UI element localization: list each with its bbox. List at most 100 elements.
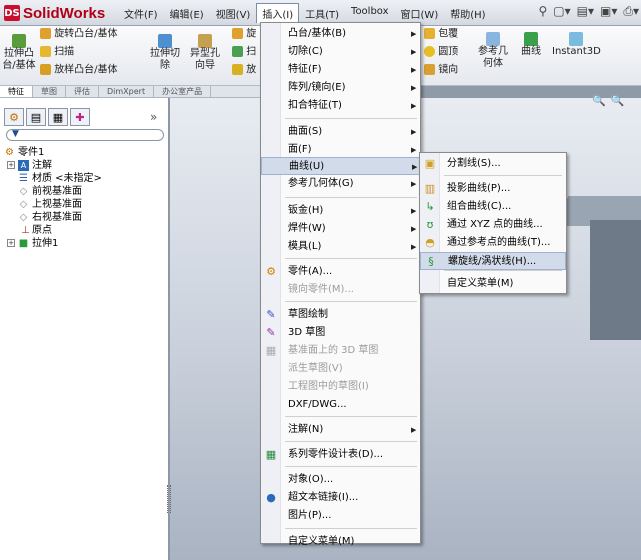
tree-item-origin[interactable]: ⊥ 原点 xyxy=(0,224,169,237)
menu-toolbox[interactable]: Toolbox xyxy=(345,3,395,23)
insert-menu-item[interactable]: 切除(C) ▶ xyxy=(261,43,420,61)
curves-menu-item[interactable]: ◓ 通过参考点的曲线(T)... xyxy=(420,234,566,252)
insert-menu-item[interactable]: 扣合特征(T) ▶ xyxy=(261,97,420,115)
new-doc-icon[interactable]: ▢▾ xyxy=(553,4,570,19)
menu-tools[interactable]: 工具(T) xyxy=(299,3,345,23)
extrude-cut-button[interactable]: 拉伸切 除 xyxy=(150,34,180,72)
tab-evaluate[interactable]: 评估 xyxy=(66,86,99,97)
menu-insert[interactable]: 插入(I) xyxy=(256,3,300,23)
hole-wizard-button[interactable]: 异型孔 向导 xyxy=(188,34,222,72)
curves-menu-item[interactable]: ▥ 投影曲线(P)... xyxy=(420,180,566,198)
helix-icon: § xyxy=(428,255,434,268)
property-tab-icon[interactable]: ▤ xyxy=(26,108,46,126)
tab-office[interactable]: 办公室产品 xyxy=(154,86,212,97)
insert-menu-item[interactable]: 图片(P)... xyxy=(261,507,420,525)
curves-menu-item[interactable]: ʊ 通过 XYZ 点的曲线... xyxy=(420,216,566,234)
material-icon: ☰ xyxy=(19,173,28,184)
expand-icon[interactable]: + xyxy=(7,239,15,247)
feature-tree-tab-icon[interactable]: ⚙ xyxy=(4,108,24,126)
dome-button[interactable]: 圆顶 xyxy=(424,46,458,59)
wrap-button[interactable]: 包覆 xyxy=(424,28,458,41)
insert-menu-item[interactable]: ▦ 基准面上的 3D 草图 xyxy=(261,342,420,360)
menu-help[interactable]: 帮助(H) xyxy=(444,3,491,23)
save-icon[interactable]: ▣▾ xyxy=(600,4,617,19)
filter-icon: ▼ xyxy=(12,129,19,139)
extrude-boss-label: 拉伸凸 台/基体 xyxy=(2,48,36,71)
insert-menu-item[interactable]: 工程图中的草图(I) xyxy=(261,378,420,396)
curves-menu-item[interactable]: § 螺旋线/涡状线(H)... xyxy=(420,252,566,270)
expand-icon[interactable]: + xyxy=(7,161,15,169)
xyz-curve-icon: ʊ xyxy=(426,218,434,231)
insert-menu-item[interactable]: 特征(F) ▶ xyxy=(261,61,420,79)
insert-menu-item[interactable]: 焊件(W) ▶ xyxy=(261,220,420,238)
mirror-icon xyxy=(424,64,435,75)
insert-menu-item[interactable]: 参考几何体(G) ▶ xyxy=(261,175,420,193)
dimxpert-tab-icon[interactable]: ✚ xyxy=(70,108,90,126)
instant3d-button[interactable]: Instant3D xyxy=(552,32,601,58)
sweep-cut-button[interactable]: 扫 xyxy=(232,46,256,59)
insert-menu-item[interactable]: 阵列/镜向(E) ▶ xyxy=(261,79,420,97)
tab-features[interactable]: 特征 xyxy=(0,86,33,97)
tab-dimxpert[interactable]: DimXpert xyxy=(99,86,155,97)
insert-menu-item[interactable]: ✎ 草图绘制 xyxy=(261,306,420,324)
loft-cut-button[interactable]: 放 xyxy=(232,64,256,77)
loft-button[interactable]: 放样凸台/基体 xyxy=(40,64,118,77)
menu-item-label: 扣合特征(T) xyxy=(288,100,342,111)
menu-edit[interactable]: 编辑(E) xyxy=(164,3,210,23)
tree-item-top-plane[interactable]: ◇ 上视基准面 xyxy=(0,198,169,211)
menu-item-label: 对象(O)... xyxy=(288,474,334,485)
zoom-area-icon[interactable]: 🔍 xyxy=(611,94,625,107)
tree-filter-input[interactable]: ▼ xyxy=(6,129,164,141)
insert-menu-item[interactable]: 钣金(H) ▶ xyxy=(261,202,420,220)
menu-item-label: DXF/DWG... xyxy=(288,399,347,410)
sweep-button[interactable]: 扫描 xyxy=(40,46,74,59)
config-tab-icon[interactable]: ▦ xyxy=(48,108,68,126)
insert-menu-item[interactable]: 模具(L) ▶ xyxy=(261,238,420,256)
menu-view[interactable]: 视图(V) xyxy=(210,3,257,23)
chevron-right-icon[interactable]: » xyxy=(150,110,157,124)
insert-menu-item[interactable]: 对象(O)... xyxy=(261,471,420,489)
tree-item-front-plane[interactable]: ◇ 前视基准面 xyxy=(0,185,169,198)
tree-item-right-plane[interactable]: ◇ 右视基准面 xyxy=(0,211,169,224)
insert-menu-item[interactable]: 曲线(U) ▶ xyxy=(261,157,420,175)
menu-window[interactable]: 窗口(W) xyxy=(395,3,445,23)
tree-item-material[interactable]: ☰ 材质 <未指定> xyxy=(0,172,169,185)
extrude-boss-button[interactable]: 拉伸凸 台/基体 xyxy=(2,34,36,72)
menu-item-label: 钣金(H) xyxy=(288,205,324,216)
extrude-feature-icon: ■ xyxy=(18,238,29,249)
insert-menu-item[interactable]: 凸台/基体(B) ▶ xyxy=(261,25,420,43)
insert-menu-item[interactable]: ⚙ 零件(A)... xyxy=(261,263,420,281)
insert-menu-item[interactable]: ✎ 3D 草图 xyxy=(261,324,420,342)
tree-item-extrude1[interactable]: + ■ 拉伸1 xyxy=(0,237,169,250)
menu-item-label: 草图绘制 xyxy=(288,309,328,320)
menu-file[interactable]: 文件(F) xyxy=(118,3,164,23)
curves-menu-item[interactable]: ▣ 分割线(S)... xyxy=(420,155,566,173)
open-icon[interactable]: ▤▾ xyxy=(577,4,594,19)
menu-item-label: 通过 XYZ 点的曲线... xyxy=(447,219,543,230)
curves-button[interactable]: 曲线 xyxy=(518,32,544,58)
insert-menu-item[interactable]: 自定义菜单(M) xyxy=(261,533,420,551)
insert-menu-item[interactable]: ● 超文本链接(I)... xyxy=(261,489,420,507)
tab-sketch[interactable]: 草图 xyxy=(33,86,66,97)
insert-menu-item[interactable]: 曲面(S) ▶ xyxy=(261,123,420,141)
panel-splitter[interactable] xyxy=(167,485,171,513)
mirror-button[interactable]: 镜向 xyxy=(424,64,458,77)
insert-menu-item[interactable]: ▦ 系列零件设计表(D)... xyxy=(261,446,420,464)
insert-menu-item[interactable]: 镜向零件(M)... xyxy=(261,281,420,299)
pin-icon[interactable]: ⚲ xyxy=(538,4,547,19)
app-logo[interactable]: DS SolidWorks xyxy=(4,4,105,22)
insert-menu-item[interactable]: DXF/DWG... xyxy=(261,396,420,414)
mirror-label: 镜向 xyxy=(438,64,459,76)
ref-geometry-label: 参考几 何体 xyxy=(478,46,508,69)
curves-menu-item[interactable]: 自定义菜单(M) xyxy=(420,275,566,293)
revolve-cut-button[interactable]: 旋 xyxy=(232,28,256,41)
revolve-boss-button[interactable]: 旋转凸台/基体 xyxy=(40,28,118,41)
insert-menu-item[interactable]: 派生草图(V) xyxy=(261,360,420,378)
zoom-fit-icon[interactable]: 🔍 xyxy=(592,94,606,107)
insert-menu-item[interactable]: 注解(N) ▶ xyxy=(261,421,420,439)
print-icon[interactable]: ⎙▾ xyxy=(623,4,639,19)
tree-root[interactable]: ⚙ 零件1 xyxy=(0,146,169,159)
tree-item-annotations[interactable]: + A 注解 xyxy=(0,159,169,172)
ref-geometry-button[interactable]: 参考几 何体 xyxy=(476,32,510,70)
curves-menu-item[interactable]: ↳ 组合曲线(C)... xyxy=(420,198,566,216)
